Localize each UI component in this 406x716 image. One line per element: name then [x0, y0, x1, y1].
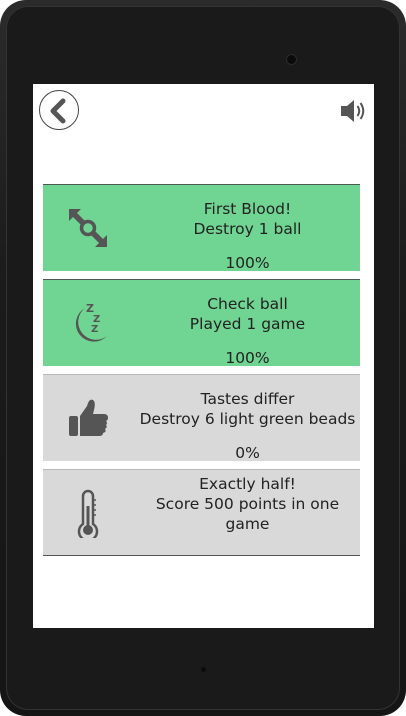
achievement-progress: 0% — [235, 444, 260, 462]
front-camera — [287, 55, 296, 64]
achievement-card-first-blood: First Blood! Destroy 1 ball 100% — [43, 184, 360, 272]
moon-sleep-icon: Z Z Z — [63, 298, 113, 348]
achievement-title: Tastes differ — [200, 390, 295, 408]
achievement-progress: 100% — [225, 349, 270, 367]
achievement-description: Played 1 game — [189, 315, 306, 333]
achievement-card-exactly-half: Exactly half! Score 500 points in one ga… — [43, 469, 360, 556]
achievement-title: Check ball — [207, 295, 288, 313]
achievement-card-tastes-differ: Tastes differ Destroy 6 light green bead… — [43, 374, 360, 462]
svg-text:Z: Z — [91, 324, 98, 335]
achievement-description: Score 500 points in one — [155, 495, 340, 513]
speaker-sound-icon — [341, 100, 365, 122]
app-screen: First Blood! Destroy 1 ball 100% Z Z Z C… — [33, 84, 374, 628]
device-frame: First Blood! Destroy 1 ball 100% Z Z Z C… — [0, 0, 406, 716]
achievement-description: Destroy 1 ball — [193, 220, 302, 238]
achievement-description-continued: game — [225, 515, 270, 533]
achievement-progress: 100% — [225, 254, 270, 272]
back-chevron-icon — [50, 98, 66, 124]
achievement-description: Destroy 6 light green beads — [139, 410, 356, 428]
back-button[interactable] — [39, 90, 79, 130]
sound-toggle-button[interactable] — [338, 96, 368, 126]
achievement-list: First Blood! Destroy 1 ball 100% Z Z Z C… — [43, 184, 360, 564]
thermometer-icon — [63, 488, 113, 542]
achievement-title: Exactly half! — [199, 475, 296, 493]
arrows-link-icon — [63, 203, 113, 253]
thumbs-up-icon — [63, 393, 113, 443]
achievement-card-check-ball: Z Z Z Check ball Played 1 game 100% — [43, 279, 360, 367]
achievement-title: First Blood! — [203, 200, 292, 218]
bottom-sensor — [201, 667, 206, 672]
